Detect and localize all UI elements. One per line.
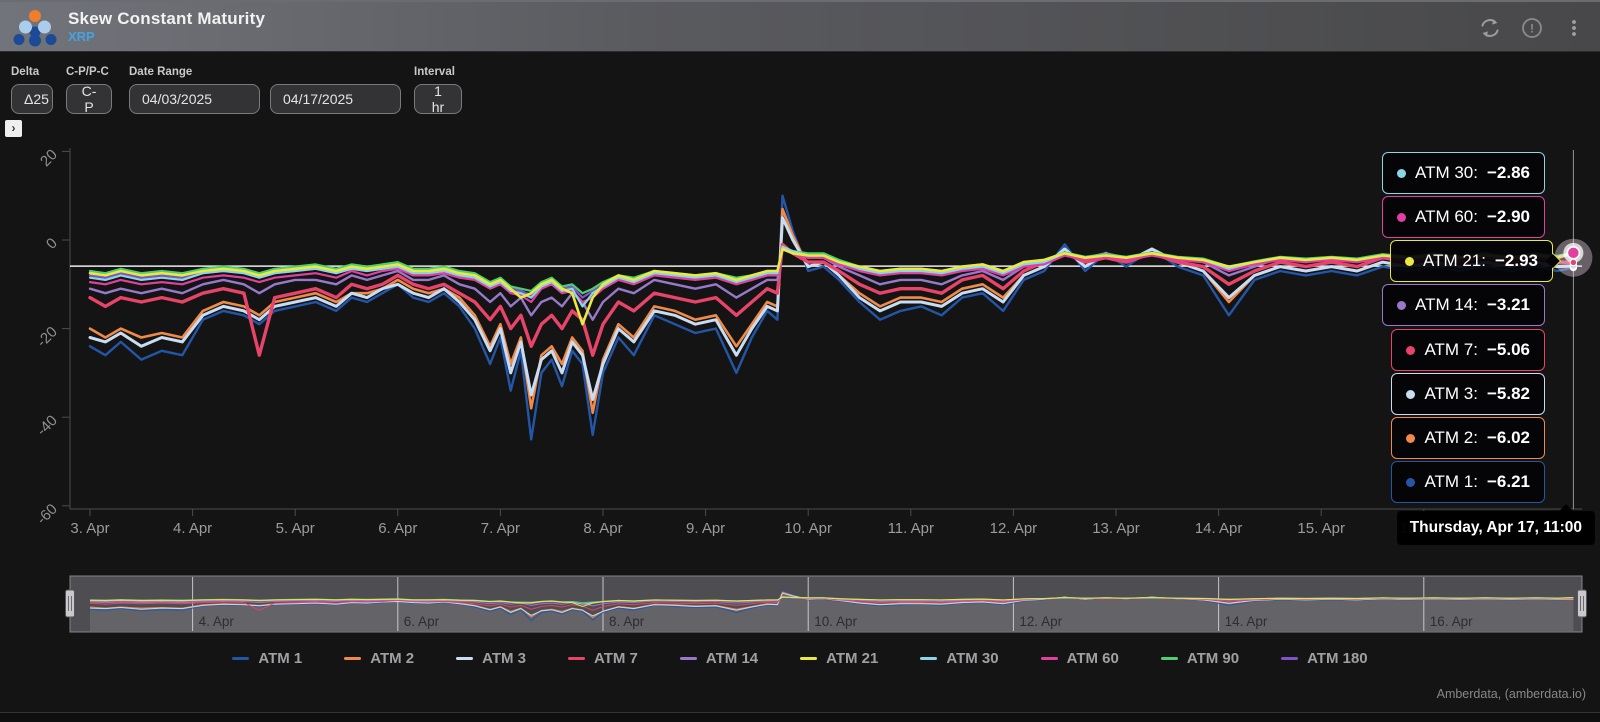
tooltip-atm-3: ATM 3: −5.82 bbox=[1391, 373, 1545, 415]
skew-constant-maturity-widget: Skew Constant Maturity XRP ! bbox=[0, 0, 1600, 722]
x-tick-label: 3. Apr bbox=[70, 520, 109, 537]
legend-item-atm-2[interactable]: ATM 2 bbox=[344, 650, 414, 667]
legend-label: ATM 30 bbox=[946, 650, 998, 667]
x-tick-label: 15. Apr bbox=[1297, 520, 1345, 537]
hover-marker bbox=[1554, 239, 1592, 277]
legend-dash-icon bbox=[344, 657, 361, 661]
legend-dash-icon bbox=[920, 657, 937, 661]
tooltip-atm-2: ATM 2: −6.02 bbox=[1391, 417, 1545, 459]
y-tick-label: -40 bbox=[33, 412, 60, 439]
tooltip-atm-1: ATM 1: −6.21 bbox=[1391, 461, 1545, 503]
legend-label: ATM 14 bbox=[706, 650, 758, 667]
legend-label: ATM 2 bbox=[370, 650, 414, 667]
x-tick-label: 5. Apr bbox=[276, 520, 315, 537]
legend-dash-icon bbox=[232, 657, 249, 661]
legend-dash-icon bbox=[1161, 657, 1178, 661]
legend-item-atm-60[interactable]: ATM 60 bbox=[1041, 650, 1119, 667]
legend-dash-icon bbox=[800, 657, 817, 661]
tooltip-atm-14: ATM 14: −3.21 bbox=[1382, 284, 1545, 326]
navigator-tick-label: 12. Apr bbox=[1019, 614, 1062, 629]
navigator[interactable]: 4. Apr 6. Apr 8. Apr 10. Apr 12. Apr 14. Apr 1… bbox=[66, 576, 1587, 632]
series-line-atm-1 bbox=[90, 196, 1573, 440]
series-dot-icon bbox=[1397, 169, 1406, 178]
x-tick-label: 4. Apr bbox=[173, 520, 212, 537]
legend-label: ATM 180 bbox=[1307, 650, 1368, 667]
series-dot-icon bbox=[1406, 390, 1415, 399]
navigator-tick-label: 16. Apr bbox=[1430, 614, 1473, 629]
x-tick-label: 8. Apr bbox=[583, 520, 622, 537]
legend-label: ATM 60 bbox=[1067, 650, 1119, 667]
series-dot-icon bbox=[1405, 257, 1414, 266]
legend-dash-icon bbox=[1041, 657, 1058, 661]
legend-item-atm-3[interactable]: ATM 3 bbox=[456, 650, 526, 667]
legend-item-atm-21[interactable]: ATM 21 bbox=[800, 650, 878, 667]
legend-dash-icon bbox=[680, 657, 697, 661]
tooltip-atm-21: ATM 21: −2.93 bbox=[1390, 240, 1553, 282]
legend-label: ATM 1 bbox=[258, 650, 302, 667]
navigator-tick-label: 6. Apr bbox=[404, 614, 440, 629]
axes: 20 0 -20 -40 -60 3. Apr 4. Apr 5. Apr 6. Apr 7. A… bbox=[33, 146, 1582, 537]
legend-label: ATM 7 bbox=[594, 650, 638, 667]
series-dot-icon bbox=[1397, 301, 1406, 310]
series-line-atm-21 bbox=[90, 249, 1573, 324]
legend-dash-icon bbox=[568, 657, 585, 661]
chart-legend: ATM 1 ATM 2 ATM 3 ATM 7 ATM 14 ATM 21 ATM 30 AT… bbox=[0, 650, 1600, 667]
navigator-tick-label: 4. Apr bbox=[199, 614, 235, 629]
x-tick-label: 13. Apr bbox=[1092, 520, 1140, 537]
legend-item-atm-180[interactable]: ATM 180 bbox=[1281, 650, 1368, 667]
x-tick-label: 9. Apr bbox=[686, 520, 725, 537]
tooltip-date: Thursday, Apr 17, 11:00 bbox=[1397, 511, 1595, 545]
legend-item-atm-90[interactable]: ATM 90 bbox=[1161, 650, 1239, 667]
x-tick-label: 11. Apr bbox=[888, 520, 934, 537]
tooltip-atm-30: ATM 30: −2.86 bbox=[1382, 152, 1545, 194]
x-tick-label: 6. Apr bbox=[378, 520, 417, 537]
series-dot-icon bbox=[1406, 346, 1415, 355]
legend-label: ATM 21 bbox=[826, 650, 878, 667]
skew-chart[interactable]: 20 0 -20 -40 -60 3. Apr 4. Apr 5. Apr 6. Apr 7. A… bbox=[0, 0, 1600, 722]
navigator-tick-label: 14. Apr bbox=[1225, 614, 1268, 629]
legend-item-atm-14[interactable]: ATM 14 bbox=[680, 650, 758, 667]
series-line-atm-3 bbox=[90, 218, 1573, 400]
y-tick-label: -20 bbox=[33, 323, 60, 350]
series-dot-icon bbox=[1406, 434, 1415, 443]
series-group bbox=[90, 196, 1573, 440]
series-dot-icon bbox=[1406, 478, 1415, 487]
legend-label: ATM 90 bbox=[1187, 650, 1239, 667]
x-tick-label: 10. Apr bbox=[784, 520, 832, 537]
navigator-tick-label: 10. Apr bbox=[814, 614, 857, 629]
y-tick-label: -60 bbox=[33, 501, 60, 528]
legend-item-atm-30[interactable]: ATM 30 bbox=[920, 650, 998, 667]
y-tick-label: 0 bbox=[43, 235, 61, 253]
series-dot-icon bbox=[1397, 213, 1406, 222]
navigator-handle-left[interactable] bbox=[66, 590, 75, 617]
legend-item-atm-7[interactable]: ATM 7 bbox=[568, 650, 638, 667]
legend-dash-icon bbox=[456, 657, 473, 661]
legend-dash-icon bbox=[1281, 657, 1298, 661]
credit-text: Amberdata, (amberdata.io) bbox=[1437, 687, 1586, 701]
legend-label: ATM 3 bbox=[482, 650, 526, 667]
y-tick-label: 20 bbox=[37, 146, 61, 170]
navigator-tick-label: 8. Apr bbox=[609, 614, 645, 629]
x-tick-label: 7. Apr bbox=[481, 520, 520, 537]
series-line-atm-2 bbox=[90, 209, 1573, 413]
legend-item-atm-1[interactable]: ATM 1 bbox=[232, 650, 302, 667]
navigator-handle-right[interactable] bbox=[1578, 590, 1587, 617]
tooltip-atm-60: ATM 60: −2.90 bbox=[1382, 196, 1545, 238]
tooltip-atm-7: ATM 7: −5.06 bbox=[1391, 329, 1545, 371]
x-tick-label: 12. Apr bbox=[990, 520, 1038, 537]
x-tick-label: 14. Apr bbox=[1195, 520, 1243, 537]
